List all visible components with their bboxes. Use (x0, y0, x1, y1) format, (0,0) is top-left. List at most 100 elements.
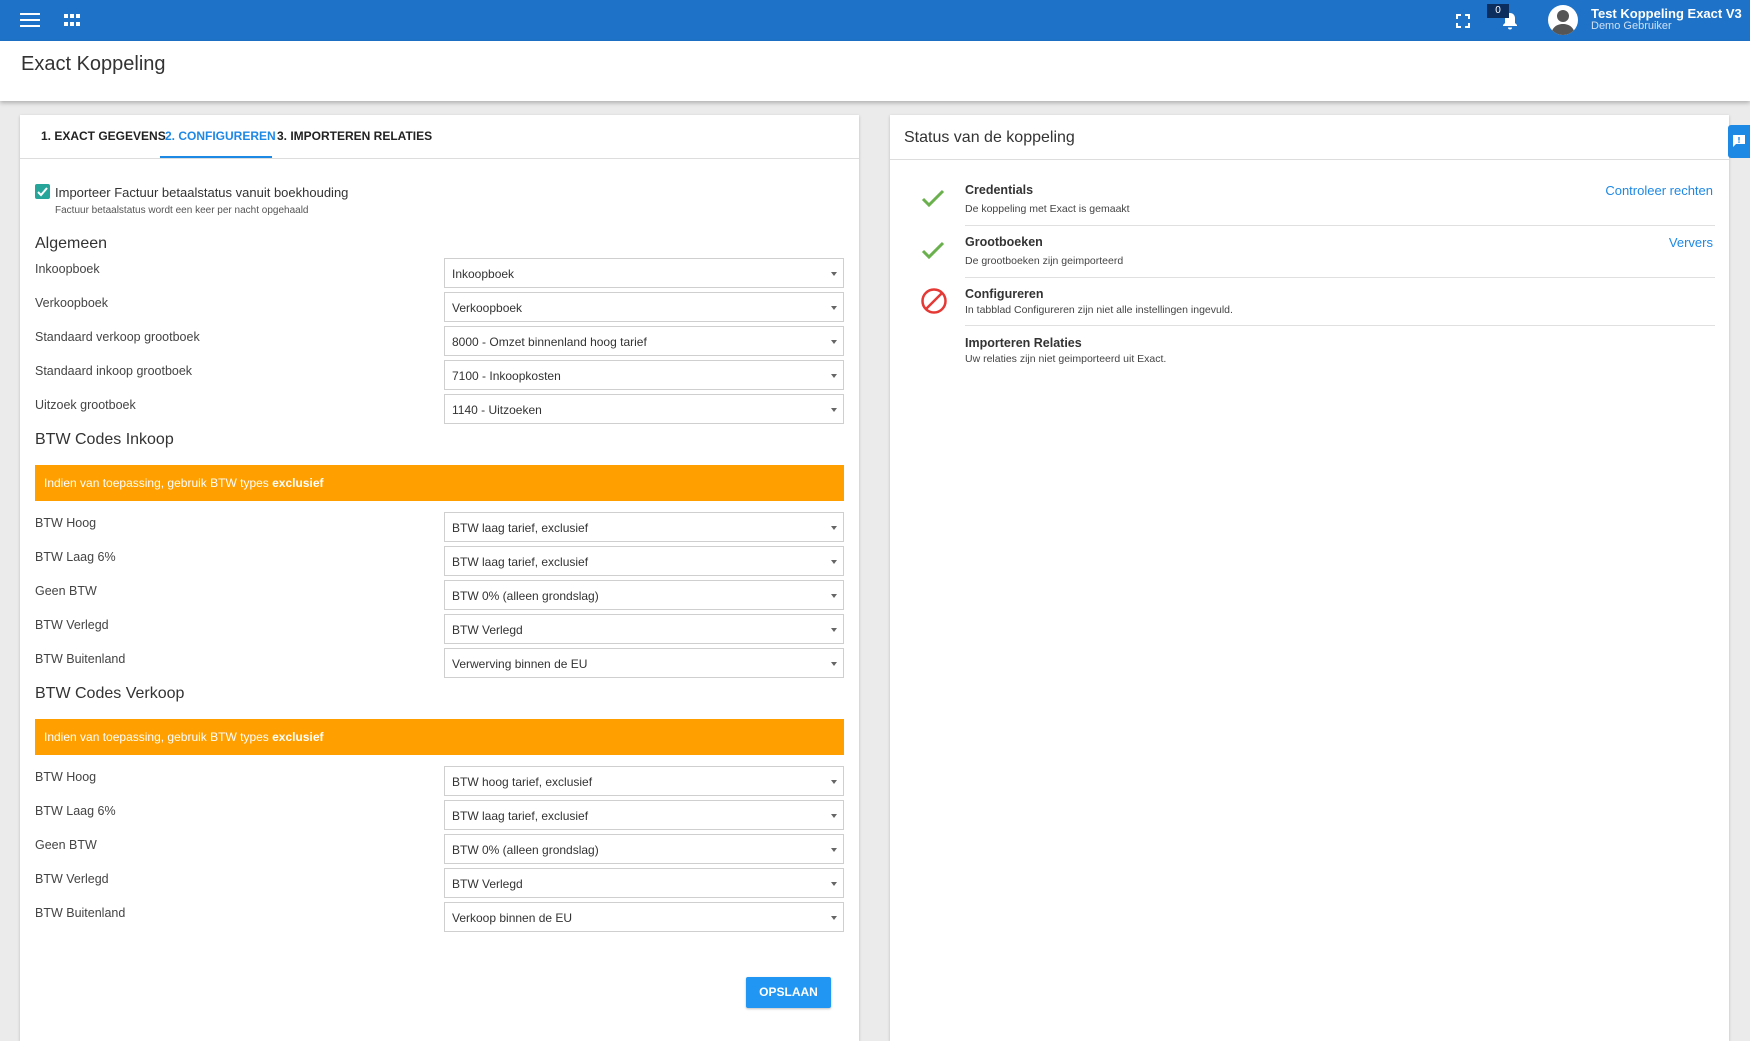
top-bar: 0 Test Koppeling Exact V3 Demo Gebruiker (0, 0, 1750, 41)
user-avatar-icon[interactable] (1548, 5, 1578, 35)
caret-down-icon (831, 916, 837, 920)
tab-importeren-relaties[interactable]: 3. IMPORTEREN RELATIES (277, 129, 432, 143)
select-value: BTW Verlegd (452, 877, 523, 891)
select-value: Verwerving binnen de EU (452, 657, 588, 671)
caret-down-icon (831, 340, 837, 344)
select-standaard-inkoop-grootboek[interactable]: 7100 - Inkoopkosten (444, 360, 844, 390)
select-verkoopboek[interactable]: Verkoopboek (444, 292, 844, 322)
field-label: Inkoopboek (35, 262, 100, 276)
caret-down-icon (831, 882, 837, 886)
field-label: Standaard verkoop grootboek (35, 330, 200, 344)
select-value: Inkoopboek (452, 267, 515, 281)
section-title-algemeen: Algemeen (35, 235, 108, 252)
caret-down-icon (831, 628, 837, 632)
select-standaard-verkoop-grootboek[interactable]: 8000 - Omzet binnenland hoog tarief (444, 326, 844, 356)
select-inkoop-btw-buitenland[interactable]: Verwerving binnen de EU (444, 648, 844, 678)
status-item-title: Configureren (965, 287, 1044, 301)
caret-down-icon (831, 374, 837, 378)
select-inkoop-geen-btw[interactable]: BTW 0% (alleen grondslag) (444, 580, 844, 610)
save-button[interactable]: OPSLAAN (746, 977, 831, 1008)
caret-down-icon (831, 526, 837, 530)
field-label: BTW Hoog (35, 770, 97, 784)
refresh-link[interactable]: Ververs (1669, 235, 1713, 250)
caret-down-icon (831, 814, 837, 818)
field-label: Geen BTW (35, 838, 97, 852)
notification-badge: 0 (1487, 4, 1509, 18)
tab-exact-gegevens[interactable]: 1. EXACT GEGEVENS (41, 129, 166, 143)
caret-down-icon (831, 560, 837, 564)
select-value: BTW 0% (alleen grondslag) (452, 589, 599, 603)
user-role: Demo Gebruiker (1591, 20, 1672, 32)
select-value: BTW hoog tarief, exclusief (452, 775, 593, 789)
section-title-btw-inkoop: BTW Codes Inkoop (35, 431, 174, 448)
field-label: Uitzoek grootboek (35, 398, 136, 412)
status-item-title: Importeren Relaties (965, 336, 1082, 350)
caret-down-icon (831, 780, 837, 784)
feedback-button[interactable] (1728, 125, 1750, 158)
select-inkoop-btw-hoog[interactable]: BTW laag tarief, exclusief (444, 512, 844, 542)
user-name[interactable]: Test Koppeling Exact V3 (1591, 6, 1742, 21)
caret-down-icon (831, 848, 837, 852)
feedback-icon (1733, 135, 1745, 147)
caret-down-icon (831, 306, 837, 310)
select-value: Verkoop binnen de EU (452, 911, 573, 925)
fullscreen-icon[interactable] (1456, 14, 1470, 28)
alert-bold-text: exclusief (272, 476, 324, 490)
select-verkoop-geen-btw[interactable]: BTW 0% (alleen grondslag) (444, 834, 844, 864)
alert-text: Indien van toepassing, gebruik BTW types (44, 730, 273, 744)
menu-icon[interactable] (20, 13, 40, 27)
apps-grid-icon[interactable] (64, 14, 80, 28)
divider (965, 277, 1715, 278)
select-value: Verkoopboek (452, 301, 523, 315)
warning-alert-verkoop: Indien van toepassing, gebruik BTW types… (35, 719, 844, 755)
status-item-title: Grootboeken (965, 235, 1043, 249)
select-value: BTW laag tarief, exclusief (452, 809, 589, 823)
checkbox-hint: Factuur betaalstatus wordt een keer per … (55, 205, 309, 216)
tab-configureren[interactable]: 2. CONFIGUREREN (165, 129, 276, 143)
active-tab-indicator (160, 156, 272, 158)
check-icon (920, 237, 946, 263)
status-item-desc: In tabblad Configureren zijn niet alle i… (965, 304, 1233, 316)
select-value: BTW 0% (alleen grondslag) (452, 843, 599, 857)
select-value: 1140 - Uitzoeken (452, 403, 542, 417)
status-card: Status van de koppeling Credentials De k… (890, 115, 1729, 1041)
status-card-title: Status van de koppeling (904, 129, 1075, 146)
status-item-title: Credentials (965, 183, 1034, 197)
warning-alert-inkoop: Indien van toepassing, gebruik BTW types… (35, 465, 844, 501)
field-label: Verkoopboek (35, 296, 108, 310)
select-verkoop-btw-buitenland[interactable]: Verkoop binnen de EU (444, 902, 844, 932)
field-label: BTW Buitenland (35, 652, 126, 666)
select-value: BTW Verlegd (452, 623, 523, 637)
field-label: Standaard inkoop grootboek (35, 364, 193, 378)
tab-bar: 1. EXACT GEGEVENS 2. CONFIGUREREN 3. IMP… (20, 115, 859, 159)
import-payment-status-checkbox[interactable] (35, 184, 50, 199)
select-value: 8000 - Omzet binnenland hoog tarief (452, 335, 647, 349)
select-value: BTW laag tarief, exclusief (452, 555, 589, 569)
status-item-desc: De koppeling met Exact is gemaakt (965, 203, 1130, 215)
check-icon (920, 185, 946, 211)
select-value: BTW laag tarief, exclusief (452, 521, 589, 535)
select-verkoop-btw-laag[interactable]: BTW laag tarief, exclusief (444, 800, 844, 830)
checkbox-label: Importeer Factuur betaalstatus vanuit bo… (55, 185, 349, 200)
select-inkoop-btw-verlegd[interactable]: BTW Verlegd (444, 614, 844, 644)
caret-down-icon (831, 272, 837, 276)
check-rights-link[interactable]: Controleer rechten (1605, 183, 1713, 198)
select-verkoop-btw-hoog[interactable]: BTW hoog tarief, exclusief (444, 766, 844, 796)
field-label: BTW Laag 6% (35, 550, 116, 564)
field-label: BTW Verlegd (35, 872, 109, 886)
divider (965, 225, 1715, 226)
select-value: 7100 - Inkoopkosten (452, 369, 561, 383)
caret-down-icon (831, 408, 837, 412)
status-item-desc: Uw relaties zijn niet geimporteerd uit E… (965, 353, 1167, 365)
caret-down-icon (831, 662, 837, 666)
alert-bold-text: exclusief (272, 730, 324, 744)
select-inkoopboek[interactable]: Inkoopboek (444, 258, 844, 288)
select-verkoop-btw-verlegd[interactable]: BTW Verlegd (444, 868, 844, 898)
blocked-icon (920, 287, 947, 314)
field-label: BTW Verlegd (35, 618, 109, 632)
select-inkoop-btw-laag[interactable]: BTW laag tarief, exclusief (444, 546, 844, 576)
select-uitzoek-grootboek[interactable]: 1140 - Uitzoeken (444, 394, 844, 424)
section-title-btw-verkoop: BTW Codes Verkoop (35, 685, 185, 702)
status-item-desc: De grootboeken zijn geimporteerd (965, 255, 1124, 267)
alert-text: Indien van toepassing, gebruik BTW types (44, 476, 273, 490)
